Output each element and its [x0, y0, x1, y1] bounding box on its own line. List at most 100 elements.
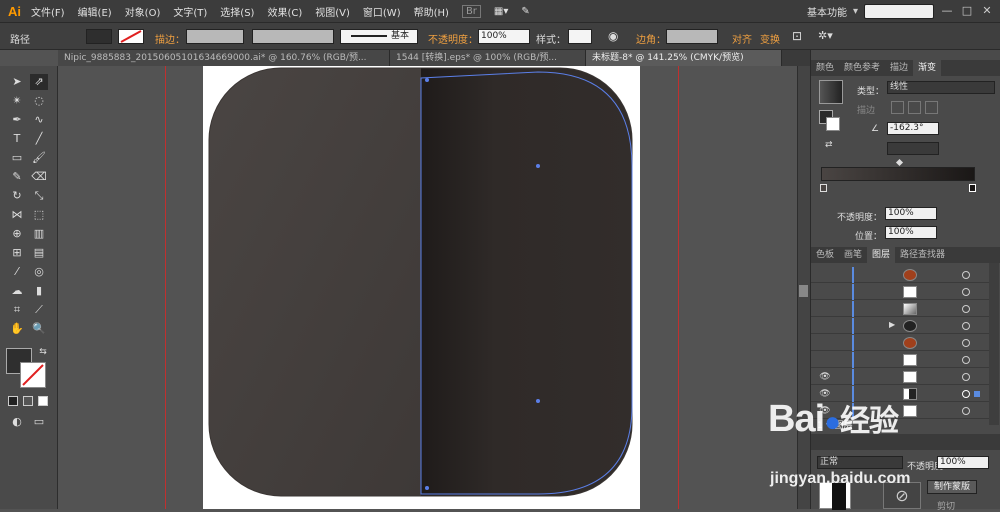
menu-object[interactable]: 对象(O) [125, 4, 161, 19]
line-tool-icon[interactable]: ╱ [30, 131, 48, 147]
target-icon[interactable] [962, 390, 970, 398]
scale-tool-icon[interactable]: ⤡ [30, 188, 48, 204]
restore-button[interactable]: □ [960, 4, 974, 18]
gpu-performance-icon[interactable]: ✎ [521, 6, 529, 17]
selection-indicator[interactable] [974, 391, 980, 397]
layer-row[interactable] [811, 335, 989, 351]
slice-tool-icon[interactable]: ⟋ [30, 302, 48, 318]
target-icon[interactable] [962, 271, 970, 279]
gradient-midpoint[interactable] [895, 158, 904, 167]
menu-edit[interactable]: 编辑(E) [78, 4, 112, 19]
target-icon[interactable] [962, 305, 970, 313]
search-input[interactable] [864, 3, 934, 19]
menu-window[interactable]: 窗口(W) [363, 4, 401, 19]
paintbrush-tool-icon[interactable]: 🖌 [30, 150, 48, 166]
direct-selection-tool-icon[interactable]: ⇗ [30, 74, 48, 90]
transform-link[interactable]: 变换 [760, 31, 780, 46]
corner-radius-field[interactable] [666, 29, 718, 44]
right-tile-half[interactable] [421, 68, 632, 496]
column-graph-tool-icon[interactable]: ▮ [30, 283, 48, 299]
anchor-point[interactable] [425, 486, 429, 490]
brush-definition[interactable]: 基本 [340, 29, 418, 44]
chevron-down-icon[interactable]: ▾ [853, 6, 858, 17]
corner-label[interactable]: 边角： [636, 31, 666, 46]
tab-layers[interactable]: 图层 [867, 247, 896, 263]
close-button[interactable]: ✕ [980, 4, 994, 18]
pencil-tool-icon[interactable]: ✎ [8, 169, 26, 185]
symbol-sprayer-tool-icon[interactable]: ☁ [8, 283, 26, 299]
eye-icon[interactable]: 👁 [819, 372, 831, 382]
bridge-icon[interactable]: Br [461, 4, 481, 18]
tab-swatches[interactable]: 色板 [811, 247, 839, 263]
gradient-type-select[interactable]: 线性 [887, 81, 995, 94]
stroke-weight-field[interactable] [186, 29, 244, 44]
angle-field[interactable]: -162.3° [887, 122, 939, 135]
none-mode-icon[interactable] [38, 396, 48, 406]
tab-brushes[interactable]: 画笔 [839, 247, 867, 263]
menu-file[interactable]: 文件(F) [31, 4, 65, 19]
menu-view[interactable]: 视图(V) [315, 4, 350, 19]
layer-row[interactable] [811, 352, 989, 368]
target-icon[interactable] [962, 322, 970, 330]
eyedropper-tool-icon[interactable]: ⁄ [8, 264, 26, 280]
magic-wand-tool-icon[interactable]: ✴ [8, 93, 26, 109]
make-mask-button[interactable]: 制作蒙版 [927, 480, 977, 494]
tab-color[interactable]: 颜色 [811, 60, 839, 76]
free-transform-tool-icon[interactable]: ⬚ [30, 207, 48, 223]
gradient-stop[interactable] [820, 184, 827, 192]
shape-builder-tool-icon[interactable]: ⊕ [8, 226, 26, 242]
stroke-color-swatch[interactable] [20, 362, 46, 388]
drawing-mode-icon[interactable]: ◐ [8, 414, 26, 430]
rectangle-tool-icon[interactable]: ▭ [8, 150, 26, 166]
rotate-tool-icon[interactable]: ↻ [8, 188, 26, 204]
stroke-swatch[interactable] [118, 29, 144, 44]
layers-scrollbar[interactable] [989, 263, 999, 425]
gradient-mode-icon[interactable] [23, 396, 33, 406]
anchor-point[interactable] [425, 78, 429, 82]
aspect-ratio-field[interactable] [887, 142, 939, 155]
hand-tool-icon[interactable]: ✋ [8, 321, 26, 337]
opacity-field[interactable]: 100% [478, 29, 530, 44]
stroke-within-icon[interactable] [891, 101, 904, 114]
stroke-along-icon[interactable] [908, 101, 921, 114]
align-link[interactable]: 对齐 [732, 31, 752, 46]
variable-width-profile[interactable] [252, 29, 334, 44]
type-tool-icon[interactable]: T [8, 131, 26, 147]
menu-select[interactable]: 选择(S) [220, 4, 254, 19]
graphic-style-swatch[interactable] [568, 29, 592, 44]
layer-row[interactable] [811, 284, 989, 300]
target-icon[interactable] [962, 356, 970, 364]
arrange-documents-icon[interactable]: ▦▾ [494, 6, 508, 17]
menu-type[interactable]: 文字(T) [173, 4, 207, 19]
workspace-switcher[interactable]: 基本功能 [807, 4, 847, 19]
layer-row[interactable] [811, 301, 989, 317]
gradient-tool-icon[interactable]: ▤ [30, 245, 48, 261]
curvature-tool-icon[interactable]: ∿ [30, 112, 48, 128]
artwork[interactable] [58, 66, 810, 509]
gradient-slider[interactable] [821, 167, 975, 181]
color-mode-icon[interactable] [8, 396, 18, 406]
left-tile-half[interactable] [209, 68, 421, 496]
width-tool-icon[interactable]: ⋈ [8, 207, 26, 223]
layer-row[interactable] [811, 267, 989, 283]
anchor-point[interactable] [536, 399, 540, 403]
layer-row[interactable]: ▶ [811, 318, 989, 334]
anchor-point[interactable] [536, 164, 540, 168]
tab-color-guide[interactable]: 颜色参考 [839, 60, 885, 76]
zoom-tool-icon[interactable]: 🔍 [30, 321, 48, 337]
screen-mode-icon[interactable]: ▭ [30, 414, 48, 430]
transparency-opacity-field[interactable]: 100% [937, 456, 989, 469]
clip-checkbox-label[interactable]: 剪切 [937, 499, 955, 512]
eraser-tool-icon[interactable]: ⌫ [30, 169, 48, 185]
isolate-icon[interactable]: ⊡ [792, 29, 802, 43]
opacity-label[interactable]: 不透明度： [428, 31, 478, 46]
tab-gradient[interactable]: 渐变 [913, 60, 942, 76]
layer-row[interactable]: 👁 [811, 369, 989, 385]
gradient-thumbnail[interactable] [819, 80, 843, 104]
tab-stroke[interactable]: 描边 [885, 60, 913, 76]
canvas[interactable] [58, 66, 810, 509]
expand-triangle-icon[interactable]: ▶ [889, 320, 895, 329]
minimize-button[interactable]: — [940, 4, 954, 18]
blend-tool-icon[interactable]: ◎ [30, 264, 48, 280]
target-icon[interactable] [962, 373, 970, 381]
